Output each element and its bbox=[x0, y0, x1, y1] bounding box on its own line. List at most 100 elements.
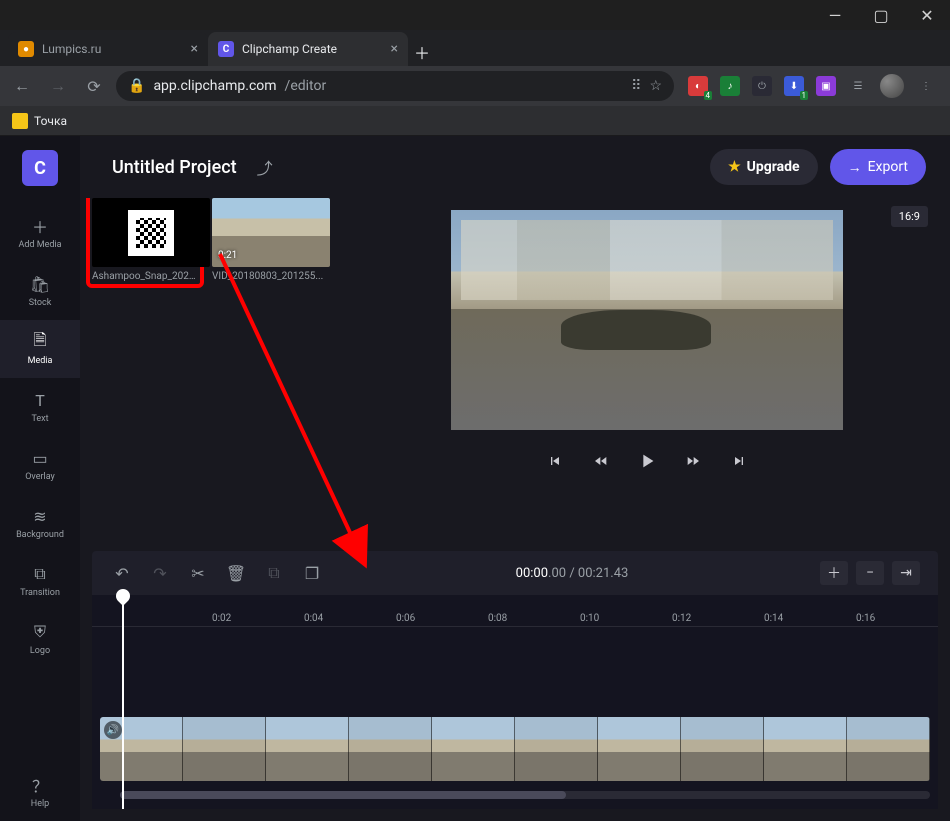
zoom-out-button[interactable]: − bbox=[856, 561, 884, 585]
ruler-tick: 0:14 bbox=[764, 613, 783, 624]
rail-label: Overlay bbox=[25, 472, 55, 482]
shield-icon: ⛨ bbox=[30, 622, 50, 642]
new-tab-button[interactable]: ＋ bbox=[408, 38, 436, 66]
playback-controls bbox=[544, 450, 750, 472]
forward-button[interactable] bbox=[682, 450, 704, 472]
play-button[interactable] bbox=[636, 450, 658, 472]
delete-button[interactable]: 🗑 bbox=[224, 561, 248, 585]
rail-text[interactable]: T Text bbox=[0, 378, 80, 436]
share-icon[interactable]: ⤴ bbox=[257, 155, 273, 179]
window-close-button[interactable]: ✕ bbox=[904, 0, 950, 30]
media-item-qr[interactable]: Ashampoo_Snap_2020... bbox=[86, 198, 204, 288]
tab-title: Clipchamp Create bbox=[242, 42, 337, 56]
rail-transition[interactable]: ⧉ Transition bbox=[0, 552, 80, 610]
overlay-icon: ▭ bbox=[30, 448, 50, 468]
project-title-input[interactable]: Untitled Project bbox=[104, 153, 245, 182]
rewind-button[interactable] bbox=[590, 450, 612, 472]
rail-label: Add Media bbox=[18, 240, 61, 250]
timeline-scrollbar[interactable] bbox=[120, 791, 930, 799]
audio-icon[interactable]: 🔊 bbox=[104, 721, 122, 739]
duplicate-button[interactable]: ⧉ bbox=[262, 561, 286, 585]
tab-close-icon[interactable]: × bbox=[191, 42, 198, 56]
rail-help[interactable]: ？ Help bbox=[0, 763, 80, 821]
nav-back-button[interactable]: ← bbox=[8, 72, 36, 100]
translate-icon[interactable]: ⠿ bbox=[631, 78, 641, 94]
browser-tab-strip: ● Lumpics.ru × C Clipchamp Create × ＋ bbox=[0, 30, 950, 66]
ruler-tick: 0:04 bbox=[304, 613, 323, 624]
left-rail: C ＋ Add Media 🛍 Stock 🗎 Media T Text bbox=[0, 136, 80, 821]
rail-overlay[interactable]: ▭ Overlay bbox=[0, 436, 80, 494]
upgrade-label: Upgrade bbox=[747, 159, 800, 175]
star-icon: ★ bbox=[728, 159, 741, 175]
zoom-fit-button[interactable]: ⇥ bbox=[892, 561, 920, 585]
timeline-ruler[interactable]: 0:02 0:04 0:06 0:08 0:10 0:12 0:14 0:16 bbox=[92, 595, 938, 627]
media-thumbnail[interactable]: 0:21 bbox=[212, 198, 330, 267]
layers-icon: ≋ bbox=[30, 506, 50, 526]
skip-end-button[interactable] bbox=[728, 450, 750, 472]
rail-media[interactable]: 🗎 Media bbox=[0, 320, 80, 378]
rail-add-media[interactable]: ＋ Add Media bbox=[0, 204, 80, 262]
rail-label: Transition bbox=[20, 588, 60, 598]
ruler-tick: 0:10 bbox=[580, 613, 599, 624]
plus-icon: ＋ bbox=[30, 216, 50, 236]
rail-logo[interactable]: ⛨ Logo bbox=[0, 610, 80, 668]
browser-toolbar: ← → ⟳ 🔒 app.clipchamp.com/editor ⠿ ☆ ◐4 … bbox=[0, 66, 950, 106]
window-minimize-button[interactable]: — bbox=[812, 0, 858, 30]
bookmark-folder-icon bbox=[12, 113, 28, 129]
nav-reload-button[interactable]: ⟳ bbox=[80, 72, 108, 100]
ruler-tick: 0:08 bbox=[488, 613, 507, 624]
reading-list-icon[interactable]: ☰ bbox=[848, 76, 868, 96]
ruler-tick: 0:02 bbox=[212, 613, 231, 624]
qr-code-thumbnail bbox=[128, 210, 174, 256]
favicon-clipchamp: C bbox=[218, 41, 234, 57]
rail-label: Stock bbox=[29, 298, 52, 308]
video-preview[interactable] bbox=[451, 210, 843, 430]
app-logo[interactable]: C bbox=[22, 150, 58, 186]
profile-avatar[interactable] bbox=[880, 74, 904, 98]
browser-tab-lumpics[interactable]: ● Lumpics.ru × bbox=[8, 32, 208, 66]
playhead[interactable] bbox=[122, 597, 124, 809]
nav-forward-button[interactable]: → bbox=[44, 72, 72, 100]
upgrade-button[interactable]: ★ Upgrade bbox=[710, 149, 818, 185]
extension-icon[interactable]: ♪ bbox=[720, 76, 740, 96]
duration-badge: 0:21 bbox=[218, 250, 237, 261]
aspect-ratio-button[interactable]: 16:9 bbox=[891, 206, 928, 227]
timeline-video-clip[interactable]: 🔊 bbox=[100, 717, 930, 781]
app-topbar: Untitled Project ⤴ ★ Upgrade → Export bbox=[80, 136, 950, 198]
arrow-right-icon: → bbox=[848, 159, 862, 176]
media-item-video[interactable]: 0:21 VID_20180803_201255... bbox=[212, 198, 330, 282]
undo-button[interactable]: ↶ bbox=[110, 561, 134, 585]
copy-button[interactable]: ❐ bbox=[300, 561, 324, 585]
timeline-timecode: 00:00.00 / 00:21.43 bbox=[338, 566, 806, 581]
export-button[interactable]: → Export bbox=[830, 149, 926, 185]
rail-stock[interactable]: 🛍 Stock bbox=[0, 262, 80, 320]
redo-button[interactable]: ↷ bbox=[148, 561, 172, 585]
extension-icons: ◐4 ♪ ⏻ ⬇1 ▣ ☰ ⋮ bbox=[682, 74, 942, 98]
extension-icon[interactable]: ▣ bbox=[816, 76, 836, 96]
timeline-scroll-thumb[interactable] bbox=[120, 791, 566, 799]
browser-menu-icon[interactable]: ⋮ bbox=[916, 76, 936, 96]
rail-background[interactable]: ≋ Background bbox=[0, 494, 80, 552]
bookmarks-bar: Точка bbox=[0, 106, 950, 136]
rail-label: Background bbox=[16, 530, 64, 540]
url-domain: app.clipchamp.com bbox=[153, 78, 276, 94]
split-button[interactable]: ✂ bbox=[186, 561, 210, 585]
media-thumbnail[interactable] bbox=[92, 198, 210, 267]
timeline[interactable]: 0:02 0:04 0:06 0:08 0:10 0:12 0:14 0:16 … bbox=[92, 595, 938, 809]
extension-icon[interactable]: ⬇1 bbox=[784, 76, 804, 96]
browser-tab-clipchamp[interactable]: C Clipchamp Create × bbox=[208, 32, 408, 66]
window-maximize-button[interactable]: ▢ bbox=[858, 0, 904, 30]
rail-label: Text bbox=[31, 414, 48, 424]
bookmark-item[interactable]: Точка bbox=[34, 114, 67, 128]
preview-column: 16:9 bbox=[362, 198, 932, 539]
extension-icon[interactable]: ⏻ bbox=[752, 76, 772, 96]
url-omnibox[interactable]: 🔒 app.clipchamp.com/editor ⠿ ☆ bbox=[116, 71, 674, 101]
export-label: Export bbox=[868, 159, 908, 175]
extension-icon[interactable]: ◐4 bbox=[688, 76, 708, 96]
zoom-in-button[interactable]: ＋ bbox=[820, 561, 848, 585]
star-icon[interactable]: ☆ bbox=[649, 78, 662, 94]
timeline-empty-track[interactable] bbox=[92, 627, 938, 717]
skip-start-button[interactable] bbox=[544, 450, 566, 472]
tab-close-icon[interactable]: × bbox=[391, 42, 398, 56]
tab-title: Lumpics.ru bbox=[42, 42, 101, 56]
